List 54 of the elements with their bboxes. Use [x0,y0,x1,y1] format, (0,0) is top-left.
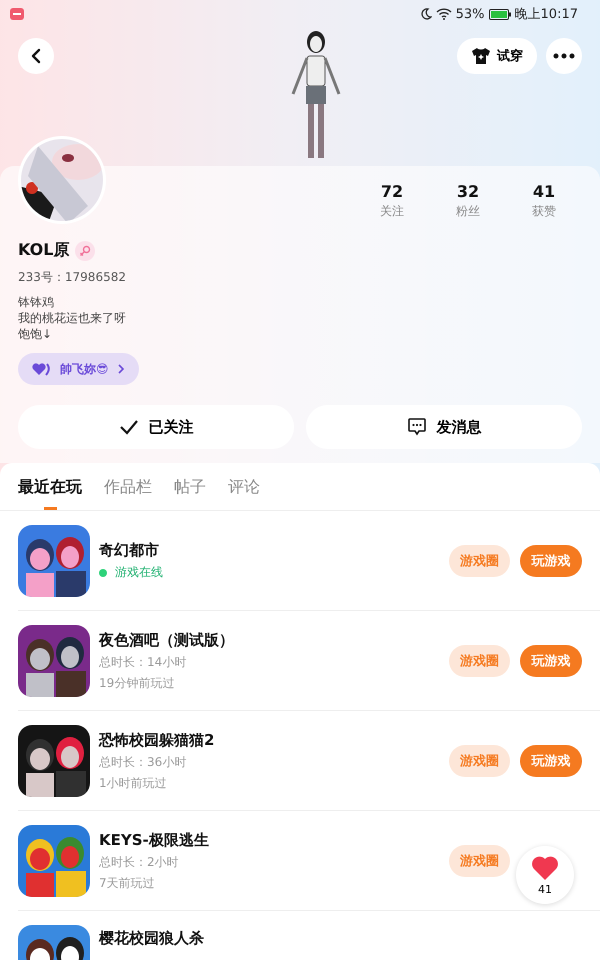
play-duration: 总时长：36小时 [99,754,188,770]
check-icon [118,419,138,435]
heart-icon [531,854,559,880]
game-title: 樱花校园狼人杀 [99,929,205,948]
followed-button[interactable]: 已关注 [18,405,294,449]
try-on-button[interactable]: 试穿 [457,38,537,74]
play-duration: 总时长：14小时 [99,654,188,670]
online-status: 游戏在线 [115,564,163,581]
game-title: KEYS-极限逃生 [99,830,210,850]
last-played: 1小时前玩过 [99,774,168,792]
game-title: 恐怖校园躲猫猫2 [99,730,216,750]
tab[interactable]: 评论 [228,475,260,510]
bio-line: 钵钵鸡 [18,294,55,310]
game-title: 夜色酒吧（测试版） [99,630,235,650]
play-duration: 总时长：2小时 [99,854,180,870]
clock-time: 晚上10:17 [514,6,578,23]
game-circle-button[interactable]: 游戏圈 [449,644,510,676]
last-played: 19分钟前玩过 [99,674,176,692]
back-icon [30,48,42,64]
more-icon [553,53,575,59]
game-circle-button[interactable]: 游戏圈 [449,844,510,876]
fan-badge[interactable]: 帥飞妳😎 [18,353,139,385]
tab[interactable]: 作品栏 [104,475,152,510]
stat-label: 关注 [380,203,404,220]
online-dot-icon [99,568,107,576]
stat-count: 41 [532,182,556,201]
moon-icon [420,8,432,20]
back-button[interactable] [18,38,54,74]
play-game-button[interactable]: 玩游戏 [520,744,582,776]
app-notification-icon [10,8,24,20]
last-played: 7天前玩过 [99,874,156,892]
battery-icon [488,8,511,20]
battery-percent: 53% [456,6,485,22]
wifi-icon [436,8,452,20]
chat-bubble-icon [406,417,426,437]
game-circle-button[interactable]: 游戏圈 [449,744,510,776]
stat-count: 72 [380,182,404,201]
tab[interactable]: 最近在玩 [18,475,82,510]
stat-count: 32 [456,182,480,201]
stat-label: 粉丝 [456,203,480,220]
user-name: KOL原 [18,240,70,261]
message-button[interactable]: 发消息 [306,405,582,449]
tab[interactable]: 帖子 [174,475,206,510]
bio-line: 饱饱↓ [18,326,54,342]
user-id: 233号：17986582 [18,269,127,286]
game-title: 奇幻都市 [99,541,160,560]
female-icon [75,240,96,260]
play-game-button[interactable]: 玩游戏 [520,644,582,676]
shirt-icon [471,47,491,65]
game-circle-button[interactable]: 游戏圈 [449,544,510,576]
more-button[interactable] [546,38,582,74]
stat-label: 获赞 [532,203,556,220]
play-game-button[interactable]: 玩游戏 [520,544,582,576]
bio-line: 我的桃花运也来了呀 [18,310,127,326]
